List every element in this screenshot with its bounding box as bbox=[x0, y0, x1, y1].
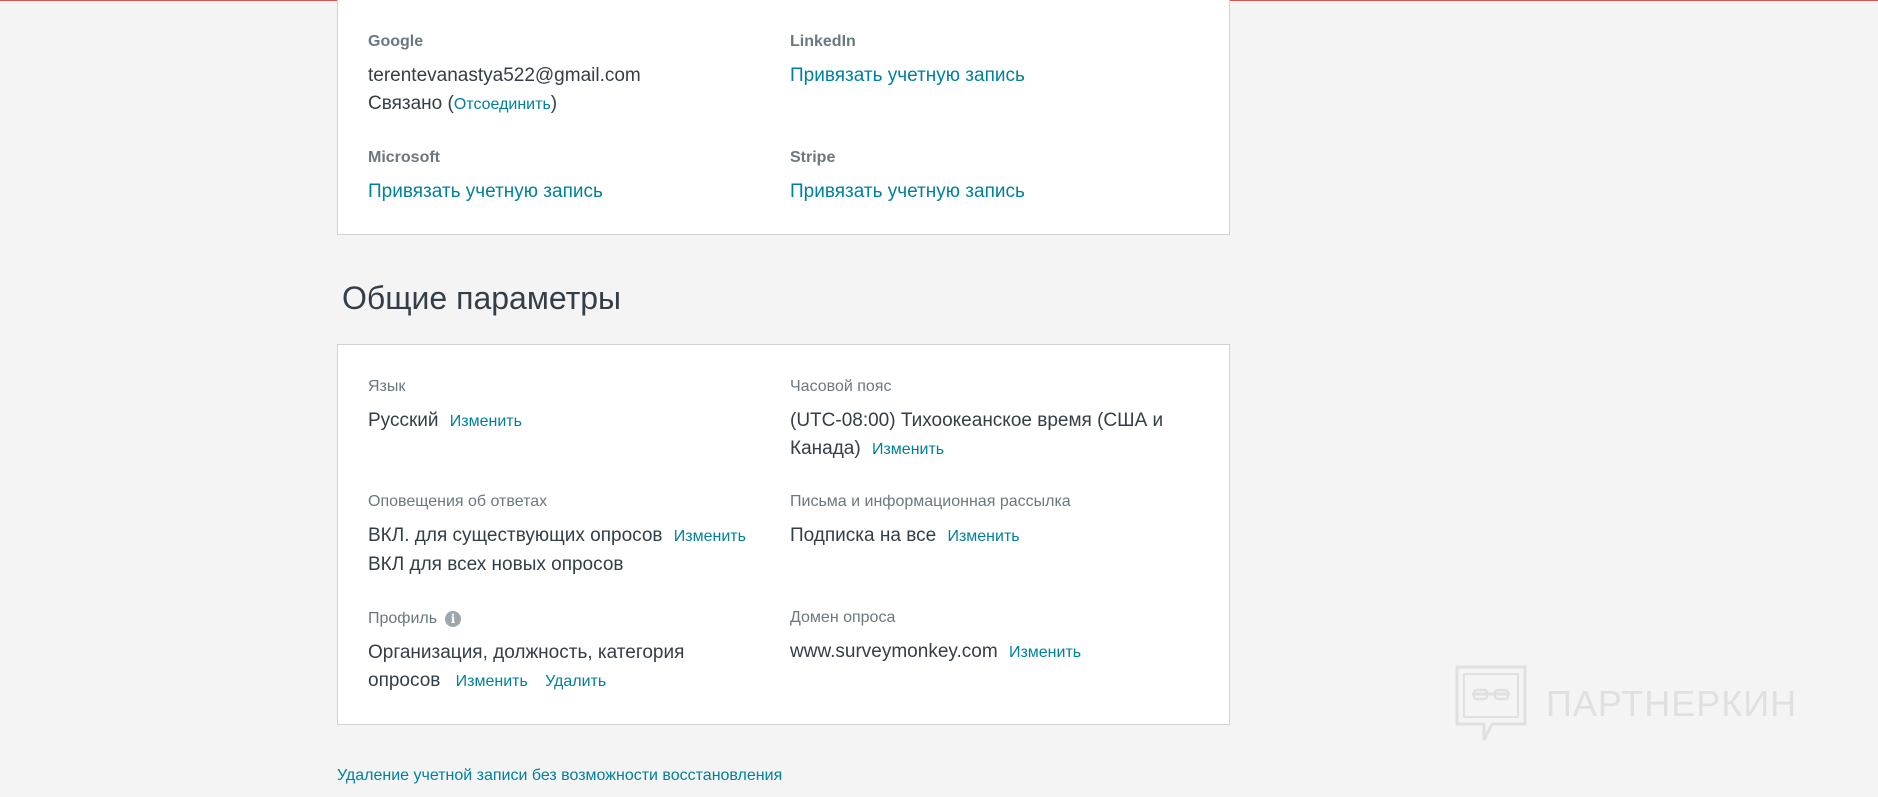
newsletter-label: Письма и информационная рассылка bbox=[790, 493, 1071, 510]
language-change-link[interactable]: Изменить bbox=[450, 413, 522, 430]
google-status: Связано (Отсоединить) bbox=[368, 90, 641, 119]
timezone-setting: Часовой пояс (UTC-08:00) Тихоокеанское в… bbox=[790, 377, 1163, 464]
timezone-row: Канада) Изменить bbox=[790, 435, 1163, 464]
timezone-label: Часовой пояс bbox=[790, 378, 892, 395]
linkedin-label: LinkedIn bbox=[790, 33, 856, 50]
domain-value: www.surveymonkey.com bbox=[790, 641, 998, 662]
timezone-change-link[interactable]: Изменить bbox=[872, 441, 944, 458]
domain-label: Домен опроса bbox=[790, 609, 896, 626]
notifications-value-line1: ВКЛ. для существующих опросов bbox=[368, 525, 663, 546]
linkedin-account: LinkedIn Привязать учетную запись bbox=[790, 32, 1025, 90]
timezone-value-line2: Канада) bbox=[790, 438, 861, 459]
notifications-change-link[interactable]: Изменить bbox=[674, 528, 746, 545]
watermark-text: ПАРТНЕРКИН bbox=[1546, 683, 1798, 724]
general-settings-card: Язык Русский Изменить Часовой пояс (UTC-… bbox=[337, 344, 1230, 725]
microsoft-account: Microsoft Привязать учетную запись bbox=[368, 148, 603, 206]
delete-account-link[interactable]: Удаление учетной записи без возможности … bbox=[337, 764, 782, 788]
info-icon[interactable]: i bbox=[445, 611, 462, 627]
linked-accounts-card: Google terentevanastya522@gmail.com Связ… bbox=[337, 0, 1230, 235]
language-row: Русский Изменить bbox=[368, 407, 522, 436]
timezone-value-line1: (UTC-08:00) Тихоокеанское время (США и bbox=[790, 410, 1164, 431]
google-label: Google bbox=[368, 33, 424, 50]
watermark-logo-icon bbox=[1455, 665, 1527, 741]
newsletter-row: Подписка на все Изменить bbox=[790, 522, 1071, 551]
profile-change-link[interactable]: Изменить bbox=[456, 673, 528, 690]
newsletter-change-link[interactable]: Изменить bbox=[947, 528, 1019, 545]
profile-value-line1: Организация, должность, категория bbox=[368, 642, 685, 663]
language-value: Русский bbox=[368, 410, 439, 431]
newsletter-setting: Письма и информационная рассылка Подписк… bbox=[790, 492, 1071, 551]
google-disconnect-link[interactable]: Отсоединить bbox=[454, 96, 551, 113]
domain-change-link[interactable]: Изменить bbox=[1009, 644, 1081, 661]
general-settings-title: Общие параметры bbox=[342, 280, 622, 316]
notifications-row: ВКЛ. для существующих опросов Изменить bbox=[368, 522, 746, 551]
stripe-link-account[interactable]: Привязать учетную запись bbox=[790, 178, 1025, 206]
profile-label: Профиль bbox=[368, 610, 438, 627]
domain-setting: Домен опроса www.surveymonkey.com Измени… bbox=[790, 608, 1081, 667]
google-account: Google terentevanastya522@gmail.com Связ… bbox=[368, 32, 641, 119]
watermark: ПАРТНЕРКИН bbox=[1454, 664, 1797, 744]
notifications-setting: Оповещения об ответах ВКЛ. для существую… bbox=[368, 492, 746, 579]
stripe-label: Stripe bbox=[790, 149, 836, 166]
language-setting: Язык Русский Изменить bbox=[368, 377, 522, 436]
profile-row: опросов Изменить Удалить bbox=[368, 667, 684, 696]
google-email: terentevanastya522@gmail.com bbox=[368, 65, 641, 86]
microsoft-label: Microsoft bbox=[368, 149, 440, 166]
google-status-prefix: Связано ( bbox=[368, 93, 454, 114]
newsletter-value: Подписка на все bbox=[790, 525, 937, 546]
notifications-value-line2: ВКЛ для всех новых опросов bbox=[368, 554, 624, 575]
stripe-account: Stripe Привязать учетную запись bbox=[790, 148, 1025, 206]
language-label: Язык bbox=[368, 378, 406, 395]
profile-label-row: Профиль i bbox=[368, 609, 684, 629]
linkedin-link-account[interactable]: Привязать учетную запись bbox=[790, 62, 1025, 90]
profile-delete-link[interactable]: Удалить bbox=[545, 673, 606, 690]
domain-row: www.surveymonkey.com Изменить bbox=[790, 638, 1081, 667]
profile-setting: Профиль i Организация, должность, катего… bbox=[368, 609, 684, 696]
google-status-suffix: ) bbox=[550, 93, 558, 114]
microsoft-link-account[interactable]: Привязать учетную запись bbox=[368, 178, 603, 206]
notifications-label: Оповещения об ответах bbox=[368, 493, 548, 510]
profile-value-line2: опросов bbox=[368, 670, 441, 691]
